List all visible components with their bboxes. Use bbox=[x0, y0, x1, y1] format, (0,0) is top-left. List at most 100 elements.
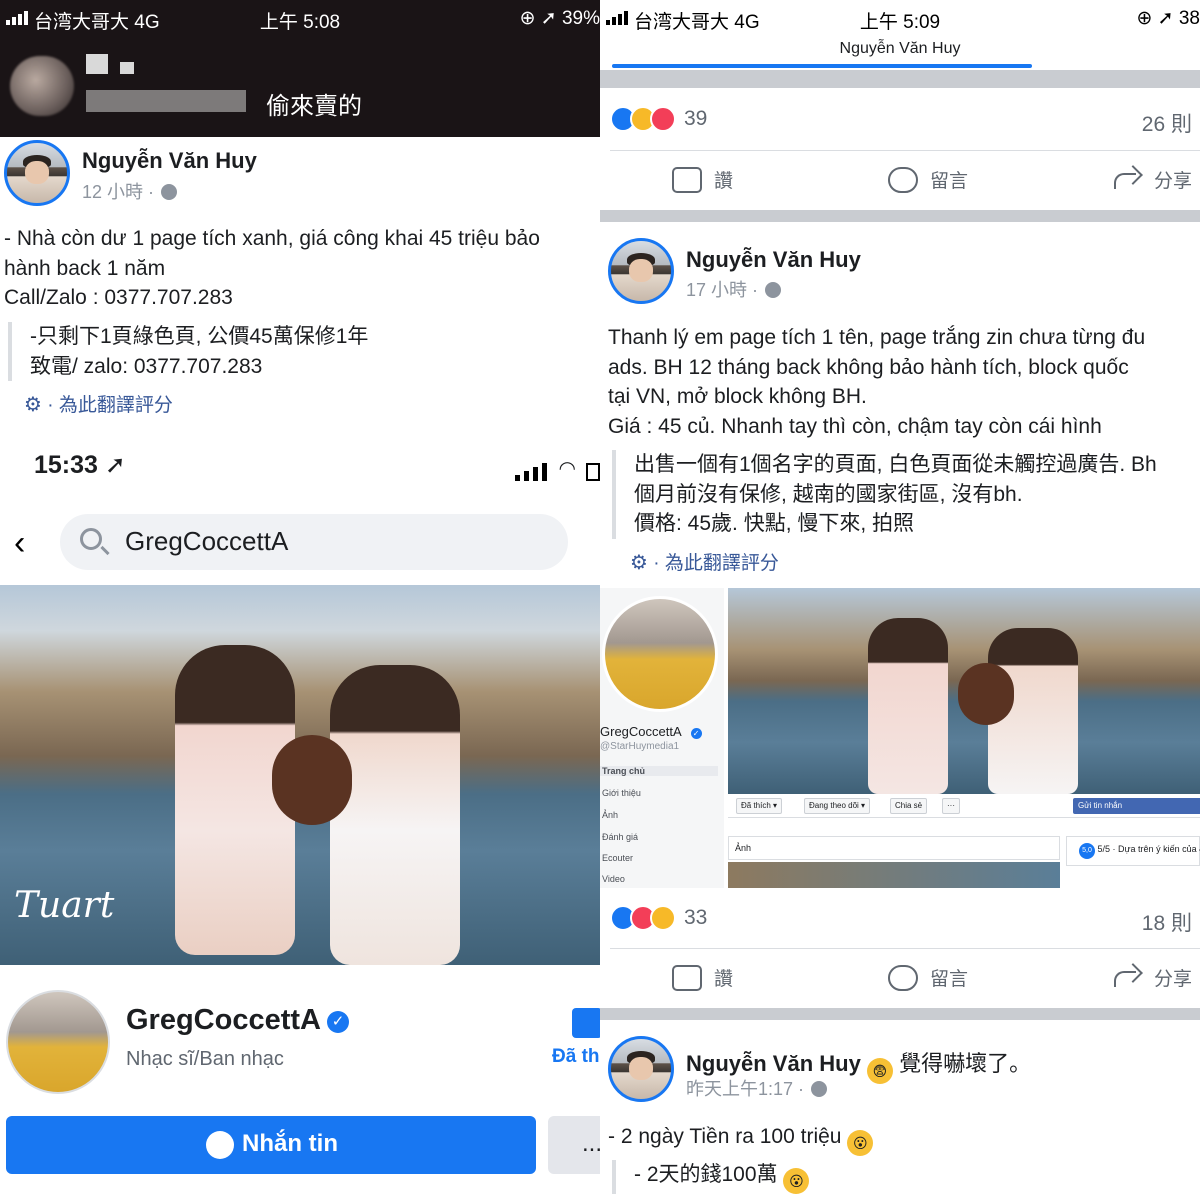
wifi-icon: ◠ bbox=[558, 458, 576, 480]
embedded-action-bar: Đã thích ▾ Đang theo dõi ▾ Chia sẻ ··· G… bbox=[728, 794, 1200, 818]
gear-icon: ⚙ bbox=[24, 394, 42, 416]
comment-icon bbox=[888, 166, 918, 193]
embedded-photo-strip bbox=[728, 862, 1060, 888]
status-bar: 台湾大哥大 4G 上午 5:09 ⊕ ➚ 38 bbox=[600, 0, 1200, 36]
share-button[interactable]: 分享 bbox=[1112, 166, 1192, 193]
search-icon bbox=[80, 528, 102, 550]
avatar[interactable] bbox=[608, 1036, 674, 1102]
battery-icon bbox=[586, 463, 600, 481]
embedded-send-message-button: Gửi tin nhắn bbox=[1073, 798, 1200, 814]
verified-badge-icon: ✓ bbox=[327, 1011, 349, 1033]
embedded-page-avatar bbox=[602, 596, 718, 712]
love-reaction-icon bbox=[650, 106, 676, 132]
globe-icon bbox=[811, 1081, 828, 1097]
cover-watermark: Tuart bbox=[14, 885, 115, 926]
share-button[interactable]: 分享 bbox=[1112, 964, 1192, 991]
clock: 上午 5:08 bbox=[259, 12, 341, 33]
liked-button[interactable]: Đã th bbox=[552, 1008, 600, 1068]
thumbs-up-icon bbox=[672, 166, 702, 193]
embedded-cover bbox=[728, 588, 1200, 794]
location-arrow-icon: ➚ bbox=[104, 451, 126, 479]
status-icons: ◠ bbox=[514, 456, 600, 481]
post-body: - 2 ngày Tiền ra 100 triệu 😮 bbox=[608, 1122, 874, 1156]
reaction-summary[interactable]: 39 bbox=[610, 106, 707, 132]
blurred-avatar bbox=[10, 56, 74, 116]
divider bbox=[610, 948, 1200, 949]
left-screenshot: 台湾大哥大 4G 上午 5:08 ⊕ ➚ 39% 偷來賣的 Nguyễn Văn… bbox=[0, 0, 600, 1200]
post-body: - Nhà còn dư 1 page tích xanh, giá công … bbox=[4, 227, 540, 309]
shared-post-header: 台湾大哥大 4G 上午 5:08 ⊕ ➚ 39% 偷來賣的 bbox=[0, 0, 600, 137]
thumbs-up-icon bbox=[672, 964, 702, 991]
embedded-nav-item: Ecouter bbox=[602, 853, 634, 863]
surprised-face-icon: 😮 bbox=[783, 1168, 810, 1194]
redaction-block bbox=[86, 54, 108, 74]
battery-label: ⊕ ➚ 39% bbox=[519, 8, 600, 29]
more-button[interactable]: ... bbox=[548, 1116, 600, 1174]
page-search-screenshot: 15:33 ➚ ◠ ‹ GregCoccettA Tuart GregCocce… bbox=[0, 430, 600, 1200]
divider bbox=[600, 1008, 1200, 1020]
gear-icon: ⚙ bbox=[630, 552, 648, 574]
comment-count[interactable]: 18 則 bbox=[1142, 907, 1192, 937]
right-screenshot: 台湾大哥大 4G 上午 5:09 ⊕ ➚ 38 Nguyễn Văn Huy 3… bbox=[600, 0, 1200, 1200]
messenger-icon bbox=[206, 1131, 234, 1159]
globe-icon bbox=[765, 282, 782, 298]
message-button[interactable]: Nhắn tin bbox=[6, 1116, 536, 1174]
embedded-photos-card: Ảnh bbox=[728, 836, 1060, 860]
post-meta: 昨天上午1:17 · bbox=[686, 1075, 828, 1101]
globe-icon bbox=[161, 184, 178, 200]
rate-translation-link[interactable]: ⚙ · 為此翻譯評分 bbox=[630, 548, 779, 575]
back-button[interactable]: ‹ bbox=[14, 524, 25, 563]
comment-count[interactable]: 26 則 bbox=[1142, 108, 1192, 138]
embedded-share-button: Chia sẻ bbox=[890, 798, 928, 814]
cover-photo[interactable]: Tuart bbox=[0, 585, 600, 965]
search-input[interactable]: GregCoccettA bbox=[60, 514, 568, 570]
comment-button[interactable]: 留言 bbox=[888, 166, 968, 193]
clock: 上午 5:09 bbox=[859, 12, 941, 33]
redaction-block bbox=[120, 62, 134, 74]
rate-translation-link[interactable]: ⚙ · 為此翻譯評分 bbox=[24, 390, 173, 417]
share-icon bbox=[1112, 965, 1142, 991]
like-button[interactable]: 讚 bbox=[672, 964, 733, 991]
embedded-rating-card: 5,0 5/5 · Dựa trên ý kiến của 4 bbox=[1066, 836, 1200, 866]
fearful-face-icon: 😨 bbox=[866, 1058, 893, 1084]
divider bbox=[600, 70, 1200, 88]
avatar[interactable] bbox=[608, 238, 674, 304]
page-name: GregCoccettA ✓ bbox=[126, 1004, 349, 1037]
page-title: Nguyễn Văn Huy bbox=[839, 40, 961, 57]
share-icon bbox=[1112, 167, 1142, 193]
surprised-face-icon: 😮 bbox=[847, 1130, 874, 1156]
page-avatar[interactable] bbox=[6, 990, 110, 1094]
divider bbox=[600, 210, 1200, 222]
comment-button[interactable]: 留言 bbox=[888, 964, 968, 991]
clock: 15:33 ➚ bbox=[34, 451, 126, 479]
post-image[interactable]: GregCoccettA ✓ @StarHuymedia1 Trang chủ … bbox=[600, 588, 1200, 888]
embedded-nav-item: Ảnh bbox=[602, 810, 619, 820]
verified-badge-icon: ✓ bbox=[690, 728, 702, 739]
embedded-page-name: GregCoccettA ✓ bbox=[600, 724, 702, 739]
status-bar: 台湾大哥大 4G 上午 5:08 ⊕ ➚ 39% bbox=[0, 0, 600, 36]
embedded-nav-item: Trang chủ bbox=[600, 766, 718, 776]
embedded-more-button: ··· bbox=[942, 798, 960, 814]
post-meta: 17 小時 · bbox=[686, 276, 782, 302]
post-meta: 12 小時 · bbox=[82, 178, 178, 204]
embedded-like-button: Đã thích ▾ bbox=[736, 798, 783, 814]
shared-post-caption: 偷來賣的 bbox=[266, 93, 362, 120]
redaction-block bbox=[86, 90, 246, 112]
post-author[interactable]: Nguyễn Văn Huy bbox=[686, 247, 861, 273]
load-progress bbox=[612, 64, 1032, 68]
page-category: Nhạc sĩ/Ban nhạc bbox=[126, 1048, 284, 1070]
embedded-nav-item: Giới thiệu bbox=[602, 788, 641, 798]
post-author[interactable]: Nguyễn Văn Huy bbox=[82, 148, 257, 174]
embedded-nav-item: Video bbox=[602, 874, 625, 884]
embedded-nav-item: Đánh giá bbox=[602, 832, 639, 842]
avatar[interactable] bbox=[4, 140, 70, 206]
reaction-summary[interactable]: 33 bbox=[610, 905, 707, 931]
thumbs-up-icon bbox=[572, 1008, 600, 1038]
embedded-page-handle: @StarHuymedia1 bbox=[600, 741, 680, 752]
battery-label: ⊕ ➚ 38 bbox=[1136, 8, 1200, 29]
like-button[interactable]: 讚 bbox=[672, 166, 733, 193]
translation-block: - 2天的錢100萬 😮 bbox=[612, 1160, 810, 1194]
comment-icon bbox=[888, 964, 918, 991]
embedded-sidebar: GregCoccettA ✓ @StarHuymedia1 Trang chủ … bbox=[600, 588, 724, 888]
post-body: Thanh lý em page tích 1 tên, page trắng … bbox=[608, 326, 1146, 438]
